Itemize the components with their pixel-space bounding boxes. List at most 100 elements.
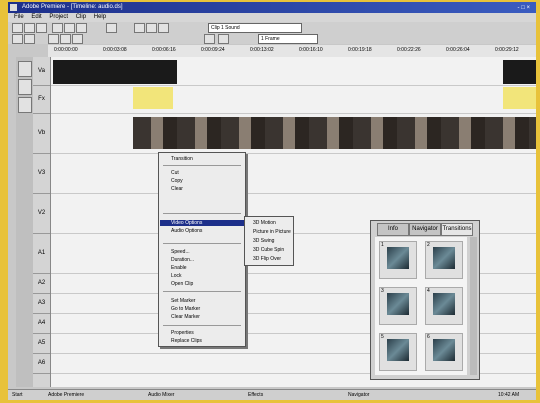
submenu-item[interactable]: 3D Motion bbox=[253, 220, 276, 226]
track-label[interactable]: A3 bbox=[33, 293, 50, 314]
transition-tile[interactable]: 6 bbox=[425, 333, 463, 371]
tab-info[interactable]: Info bbox=[377, 223, 409, 236]
taskbar-item[interactable]: Adobe Premiere bbox=[48, 390, 84, 400]
ruler-tick: 0:00:09:24 bbox=[201, 47, 225, 53]
transition-tile[interactable]: 3 bbox=[379, 287, 417, 325]
submenu-item[interactable]: Picture in Picture bbox=[253, 229, 291, 235]
palette-tabs: Info Navigator Transitions bbox=[373, 223, 477, 236]
menu-item[interactable]: Properties bbox=[171, 330, 194, 336]
save-icon[interactable] bbox=[36, 23, 47, 33]
menu-clip[interactable]: Clip bbox=[76, 14, 86, 20]
track-label[interactable]: V3 bbox=[33, 153, 50, 194]
menu-item[interactable]: Clear bbox=[171, 186, 183, 192]
clip-dropdown[interactable]: Clip 1 Sound bbox=[208, 23, 302, 33]
premiere-window: Adobe Premiere - [Timeline: audio.ds] - … bbox=[8, 2, 536, 400]
track-label[interactable]: Vb bbox=[33, 113, 50, 154]
transition-icon bbox=[433, 293, 455, 315]
in-point-icon[interactable] bbox=[60, 34, 71, 44]
context-menu: Transition Cut Copy Clear Video Options … bbox=[158, 152, 246, 347]
transition-tile[interactable]: 4 bbox=[425, 287, 463, 325]
transition-icon bbox=[387, 293, 409, 315]
menu-item[interactable]: Speed... bbox=[171, 249, 190, 255]
taskbar-item[interactable]: Navigator bbox=[348, 390, 369, 400]
menu-separator bbox=[163, 243, 241, 244]
time-unit-dropdown[interactable]: 1 Frame bbox=[258, 34, 318, 44]
video-clip-b[interactable] bbox=[133, 117, 536, 149]
taskbar-item[interactable]: Effects bbox=[248, 390, 263, 400]
submenu-item[interactable]: 3D Flip Over bbox=[253, 256, 281, 262]
ruler-tick: 0:00:03:08 bbox=[103, 47, 127, 53]
range-select-tool-icon[interactable] bbox=[18, 79, 32, 95]
menu-item[interactable]: Replace Clips bbox=[171, 338, 202, 344]
track-label[interactable]: A1 bbox=[33, 233, 50, 274]
track-select-icon[interactable] bbox=[12, 34, 23, 44]
menu-item[interactable]: Lock bbox=[171, 273, 182, 279]
menu-item-selected[interactable]: Video Options bbox=[171, 220, 202, 226]
play-icon[interactable] bbox=[204, 34, 215, 44]
track-label[interactable]: A5 bbox=[33, 333, 50, 354]
menu-item[interactable]: Transition bbox=[171, 156, 193, 162]
tile-number: 2 bbox=[427, 242, 430, 248]
track-label[interactable]: Fx bbox=[33, 85, 50, 114]
window-title: Adobe Premiere - [Timeline: audio.ds] bbox=[22, 4, 123, 10]
tab-navigator[interactable]: Navigator bbox=[409, 223, 441, 236]
track-label[interactable]: Va bbox=[33, 57, 50, 86]
selection-tool-icon[interactable] bbox=[18, 61, 32, 77]
select-icon[interactable] bbox=[134, 23, 145, 33]
taskbar-item[interactable]: Audio Mixer bbox=[148, 390, 174, 400]
menu-item[interactable]: Audio Options bbox=[171, 228, 202, 234]
menu-item[interactable]: Open Clip bbox=[171, 281, 193, 287]
zoom-icon[interactable] bbox=[158, 23, 169, 33]
open-icon[interactable] bbox=[24, 23, 35, 33]
menu-file[interactable]: File bbox=[14, 14, 24, 20]
track-divider bbox=[51, 113, 536, 114]
palette-scrollbar[interactable] bbox=[470, 237, 477, 375]
edit-toolbar: 1 Frame bbox=[8, 33, 536, 44]
hand-icon[interactable] bbox=[146, 23, 157, 33]
menu-item[interactable]: Clear Marker bbox=[171, 314, 200, 320]
video-clip-a[interactable] bbox=[53, 60, 177, 84]
transition-icon bbox=[387, 247, 409, 269]
video-clip-a2[interactable] bbox=[503, 60, 536, 84]
menu-item[interactable]: Cut bbox=[171, 170, 179, 176]
menu-edit[interactable]: Edit bbox=[31, 14, 41, 20]
track-label[interactable]: A4 bbox=[33, 313, 50, 334]
link-icon[interactable] bbox=[48, 34, 59, 44]
ruler-tick: 0:00:19:18 bbox=[348, 47, 372, 53]
app-icon[interactable] bbox=[10, 4, 17, 11]
start-button[interactable]: Start bbox=[12, 390, 23, 400]
razor-icon[interactable] bbox=[106, 23, 117, 33]
menu-project[interactable]: Project bbox=[49, 14, 68, 20]
transition-tile[interactable]: 2 bbox=[425, 241, 463, 279]
tab-transitions[interactable]: Transitions bbox=[441, 223, 473, 236]
main-toolbar: Clip 1 Sound bbox=[8, 22, 536, 33]
menu-item[interactable]: Enable bbox=[171, 265, 187, 271]
tile-number: 4 bbox=[427, 288, 430, 294]
menu-help[interactable]: Help bbox=[94, 14, 106, 20]
submenu-item[interactable]: 3D Cube Spin bbox=[253, 247, 284, 253]
transition-tile[interactable]: 1 bbox=[379, 241, 417, 279]
track-divider bbox=[51, 193, 536, 194]
transition-tile[interactable]: 5 bbox=[379, 333, 417, 371]
ruler-tick: 0:00:06:16 bbox=[152, 47, 176, 53]
track-label[interactable]: V2 bbox=[33, 193, 50, 234]
razor-tool-icon[interactable] bbox=[18, 97, 32, 113]
copy-icon[interactable] bbox=[64, 23, 75, 33]
submenu-item[interactable]: 3D Swing bbox=[253, 238, 274, 244]
transition-clip[interactable] bbox=[133, 87, 173, 109]
track-label[interactable]: A6 bbox=[33, 353, 50, 374]
snap-icon[interactable] bbox=[218, 34, 229, 44]
menu-item[interactable]: Copy bbox=[171, 178, 183, 184]
track-label[interactable]: A2 bbox=[33, 273, 50, 294]
menu-item[interactable]: Duration... bbox=[171, 257, 194, 263]
ruler-tick: 0:00:16:10 bbox=[299, 47, 323, 53]
block-select-icon[interactable] bbox=[24, 34, 35, 44]
cut-icon[interactable] bbox=[52, 23, 63, 33]
out-point-icon[interactable] bbox=[72, 34, 83, 44]
track-divider bbox=[51, 153, 536, 154]
new-icon[interactable] bbox=[12, 23, 23, 33]
menu-item[interactable]: Set Marker bbox=[171, 298, 195, 304]
paste-icon[interactable] bbox=[76, 23, 87, 33]
transition-clip-2[interactable] bbox=[503, 87, 536, 109]
menu-item[interactable]: Go to Marker bbox=[171, 306, 200, 312]
